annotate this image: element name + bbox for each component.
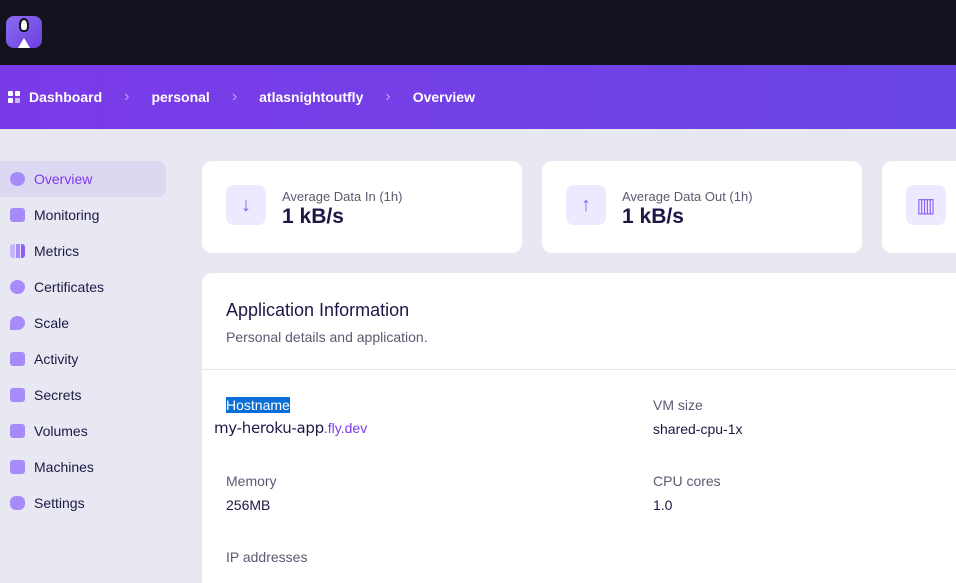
- stat-card-third: ▥: [882, 161, 956, 253]
- hostname-app: my-heroku-app: [214, 419, 324, 437]
- breadcrumb-personal[interactable]: personal: [151, 89, 209, 105]
- sidebar-item-label: Certificates: [34, 279, 105, 295]
- sidebar-item-label: Settings: [34, 495, 85, 511]
- sidebar-item-scale[interactable]: Scale: [0, 305, 166, 341]
- cpu-cores-label: CPU cores: [653, 473, 721, 489]
- sidebar-item-settings[interactable]: Settings: [0, 485, 166, 521]
- chevron-right-icon: ›: [231, 88, 238, 105]
- monitor-icon: [10, 208, 25, 222]
- sidebar-item-label: Activity: [34, 351, 79, 367]
- breadcrumb-overview[interactable]: Overview: [413, 89, 475, 105]
- logo-icon[interactable]: [6, 16, 42, 48]
- vm-size-value: shared-cpu-1x: [653, 421, 743, 437]
- sidebar-item-volumes[interactable]: Volumes: [0, 413, 166, 449]
- breadcrumb-app[interactable]: atlasnightoutfly: [259, 89, 363, 105]
- stat-value: 1 kB/s: [622, 205, 684, 228]
- toggles-icon: [10, 496, 25, 510]
- divider: [202, 369, 956, 370]
- sidebar-item-label: Metrics: [34, 243, 80, 259]
- gauge-icon: [10, 172, 25, 186]
- application-information-card: Application Information Personal details…: [202, 273, 956, 583]
- sidebar-item-label: Machines: [34, 459, 94, 475]
- sidebar-item-machines[interactable]: Machines: [0, 449, 166, 485]
- ip-addresses-label: IP addresses: [226, 549, 308, 565]
- archive-icon: [10, 424, 25, 438]
- sidebar-item-overview[interactable]: Overview: [0, 161, 166, 197]
- sidebar-item-activity[interactable]: Activity: [0, 341, 166, 377]
- stat-label: Average Data In (1h): [282, 189, 403, 204]
- sidebar-item-label: Overview: [34, 171, 93, 187]
- sidebar-item-label: Scale: [34, 315, 70, 331]
- sprout-icon: [10, 316, 25, 330]
- lock-icon: [10, 388, 25, 402]
- arrow-down-icon: ↓: [226, 185, 266, 225]
- memory-label: Memory: [226, 473, 277, 489]
- chevron-right-icon: ›: [124, 88, 130, 105]
- stat-value: 1 kB/s: [282, 205, 344, 228]
- sidebar-item-label: Volumes: [34, 423, 88, 439]
- stat-card-data-out: ↑ Average Data Out (1h) 1 kB/s: [542, 161, 862, 253]
- breadcrumb-dashboard[interactable]: Dashboard: [29, 89, 102, 105]
- bar-chart-icon: [10, 244, 25, 258]
- section-subtitle: Personal details and application.: [226, 329, 428, 345]
- cpu-cores-value: 1.0: [653, 497, 673, 513]
- sidebar-item-certificates[interactable]: Certificates: [0, 269, 166, 305]
- sidebar-item-metrics[interactable]: Metrics: [0, 233, 166, 269]
- chevron-right-icon: ›: [385, 88, 391, 105]
- sidebar-item-label: Monitoring: [34, 207, 100, 223]
- sidebar-item-monitoring[interactable]: Monitoring: [0, 197, 166, 233]
- breadcrumb: Dashboard › personal › atlasnightoutfly …: [0, 65, 956, 129]
- dashboard-grid-icon: [8, 91, 20, 103]
- vm-size-label: VM size: [653, 397, 703, 413]
- arrow-up-icon: ↑: [566, 185, 606, 225]
- section-title: Application Information: [226, 300, 410, 320]
- columns-icon: ▥: [906, 185, 946, 225]
- hostname-label: Hostname: [226, 397, 290, 413]
- stat-label: Average Data Out (1h): [622, 189, 753, 204]
- top-bar: [0, 0, 956, 65]
- sidebar: Overview Monitoring Metrics Certificates…: [0, 161, 166, 521]
- badge-check-icon: [10, 280, 25, 294]
- memory-value: 256MB: [226, 497, 271, 513]
- sidebar-item-secrets[interactable]: Secrets: [0, 377, 166, 413]
- stat-card-data-in: ↓ Average Data In (1h) 1 kB/s: [202, 161, 522, 253]
- hostname-domain: .fly.dev: [323, 420, 368, 436]
- hostname-value[interactable]: my-heroku-app.fly.dev: [214, 419, 367, 437]
- sidebar-item-label: Secrets: [34, 387, 82, 403]
- chip-icon: [10, 460, 25, 474]
- stack-icon: [10, 352, 25, 366]
